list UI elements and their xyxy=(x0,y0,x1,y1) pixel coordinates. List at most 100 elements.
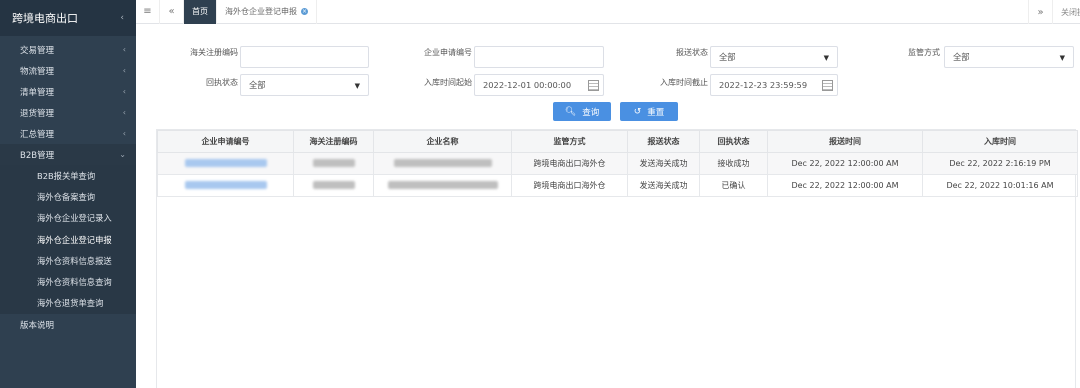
storage-start-value: 2022-12-01 00:00:00 xyxy=(483,80,572,90)
storage-end-input[interactable]: 2022-12-23 23:59:59 xyxy=(710,74,838,96)
enterprise-name-cell xyxy=(373,174,512,197)
hamburger-menu-icon[interactable]: ≡ xyxy=(136,0,160,24)
redacted-value xyxy=(393,158,492,167)
receipt-status-cell: 已确认 xyxy=(699,174,768,197)
chevron-left-icon: ‹ xyxy=(122,45,126,54)
receipt-status-label: 回执状态 xyxy=(206,78,238,87)
close-tab-icon[interactable]: × xyxy=(301,8,308,15)
sidebar-item-list[interactable]: 清单管理 ‹ xyxy=(0,81,136,102)
storage-end-value: 2022-12-23 23:59:59 xyxy=(719,80,808,90)
caret-down-icon: ▼ xyxy=(1059,54,1065,62)
redacted-value xyxy=(312,158,355,167)
receipt-status-select[interactable]: 全部 ▼ xyxy=(240,74,369,96)
reset-icon: ↺ xyxy=(633,106,642,117)
submenu-item-overseas-filing-query[interactable]: 海外仓备案查询 xyxy=(0,186,136,207)
submenu-item-overseas-reg-entry[interactable]: 海外仓企业登记录入 xyxy=(0,208,136,229)
supervision-cell: 跨境电商出口海外仓 xyxy=(511,152,628,175)
sidebar-item-return[interactable]: 退货管理 ‹ xyxy=(0,102,136,123)
caret-down-icon: ▼ xyxy=(354,82,360,90)
calendar-icon[interactable] xyxy=(822,80,833,91)
storage-end-label: 入库时间截止 xyxy=(660,78,708,87)
tab-bar: ≡ « 首页 海外仓企业登记申报 × » 关闭操作 xyxy=(136,0,1080,24)
column-header[interactable]: 企业申请编号 xyxy=(157,130,294,153)
chevron-left-icon: ‹ xyxy=(122,108,126,117)
submenu-item-overseas-return-query[interactable]: 海外仓退货单查询 xyxy=(0,293,136,314)
close-operations-button[interactable]: 关闭操作 xyxy=(1052,0,1080,24)
column-header[interactable]: 企业名称 xyxy=(373,130,512,153)
sidebar-item-summary[interactable]: 汇总管理 ‹ xyxy=(0,123,136,144)
storage-time-cell: Dec 22, 2022 2:16:19 PM xyxy=(922,152,1078,175)
send-status-cell: 发送海关成功 xyxy=(627,174,700,197)
brand-title: 跨境电商出口 xyxy=(12,12,78,25)
enterprise-name-cell xyxy=(373,152,512,175)
sidebar-item-label: 交易管理 xyxy=(20,45,55,56)
redacted-value xyxy=(184,158,267,167)
sidebar: 跨境电商出口 ‹ 交易管理 ‹ 物流管理 ‹ 清单管理 ‹ 退货管理 ‹ 汇总管理 ‹ B… xyxy=(0,0,136,388)
caret-down-icon: ▼ xyxy=(823,54,829,62)
tab-home[interactable]: 首页 xyxy=(184,0,217,24)
reset-button-label: 重置 xyxy=(647,107,665,118)
tab-overseas-reg-declare[interactable]: 海外仓企业登记申报 × xyxy=(217,0,317,24)
supervision-cell: 跨境电商出口海外仓 xyxy=(511,174,628,197)
customs-reg-code-input[interactable] xyxy=(240,46,369,68)
sidebar-item-label: 版本说明 xyxy=(20,320,55,331)
submenu-item-overseas-info-query[interactable]: 海外仓资料信息查询 xyxy=(0,271,136,292)
sidebar-item-trade[interactable]: 交易管理 ‹ xyxy=(0,39,136,60)
calendar-icon[interactable] xyxy=(588,80,599,91)
table-row[interactable]: 跨境电商出口海外仓 发送海关成功 已确认 Dec 22, 2022 12:00:… xyxy=(157,174,1078,197)
send-status-value: 全部 xyxy=(719,52,736,62)
column-header[interactable]: 监管方式 xyxy=(511,130,628,153)
collapse-chevron-icon[interactable]: ‹ xyxy=(120,13,124,23)
results-table: 企业申请编号 海关注册编码 企业名称 监管方式 报送状态 回执状态 报送时间 入… xyxy=(156,129,1078,388)
sidebar-item-label: B2B管理 xyxy=(20,150,55,161)
sidebar-item-logistics[interactable]: 物流管理 ‹ xyxy=(0,60,136,81)
submenu-item-overseas-reg-declare[interactable]: 海外仓企业登记申报 xyxy=(0,229,136,250)
sidebar-item-version[interactable]: 版本说明 xyxy=(0,314,136,335)
storage-start-input[interactable]: 2022-12-01 00:00:00 xyxy=(474,74,604,96)
chevron-down-icon: ⌄ xyxy=(119,150,126,159)
column-header[interactable]: 海关注册编码 xyxy=(293,130,374,153)
column-header[interactable]: 报送时间 xyxy=(767,130,923,153)
storage-time-cell: Dec 22, 2022 10:01:16 AM xyxy=(922,174,1078,197)
chevron-left-icon: ‹ xyxy=(122,66,126,75)
send-time-cell: Dec 22, 2022 12:00:00 AM xyxy=(767,174,923,197)
customs-reg-code-cell xyxy=(293,174,374,197)
enterprise-app-no-input[interactable] xyxy=(474,46,604,68)
submenu-item-b2b-customs-query[interactable]: B2B报关单查询 xyxy=(0,165,136,186)
sidebar-item-label: 清单管理 xyxy=(20,87,55,98)
tab-bar-right: » 关闭操作 xyxy=(1028,0,1080,24)
scroll-right-icon[interactable]: » xyxy=(1028,0,1052,24)
table-header-row: 企业申请编号 海关注册编码 企业名称 监管方式 报送状态 回执状态 报送时间 入… xyxy=(157,130,1078,153)
sidebar-item-label: 物流管理 xyxy=(20,66,55,77)
sidebar-item-b2b[interactable]: B2B管理 ⌄ xyxy=(0,144,136,165)
supervision-value: 全部 xyxy=(953,52,970,62)
sidebar-item-label: 退货管理 xyxy=(20,108,55,119)
column-header[interactable]: 入库时间 xyxy=(922,130,1078,153)
send-status-select[interactable]: 全部 ▼ xyxy=(710,46,838,68)
receipt-status-value: 全部 xyxy=(249,80,266,90)
redacted-value xyxy=(312,180,355,189)
redacted-value xyxy=(387,180,498,189)
search-icon: 🔍︎ xyxy=(564,106,577,117)
receipt-status-cell: 接收成功 xyxy=(699,152,768,175)
submenu-item-overseas-info-send[interactable]: 海外仓资料信息报送 xyxy=(0,250,136,271)
chevron-left-icon: ‹ xyxy=(122,87,126,96)
column-header[interactable]: 回执状态 xyxy=(699,130,768,153)
tab-label: 海外仓企业登记申报 xyxy=(225,7,297,16)
customs-reg-code-label: 海关注册编码 xyxy=(190,48,238,57)
sidebar-item-label: 汇总管理 xyxy=(20,129,55,140)
main-content: 海关注册编码 企业申请编号 报送状态 全部 ▼ 监管方式 全部 ▼ 回执状态 全部 ▼… xyxy=(136,24,1080,388)
supervision-label: 监管方式 xyxy=(908,48,940,57)
supervision-select[interactable]: 全部 ▼ xyxy=(944,46,1074,68)
enterprise-app-no-label: 企业申请编号 xyxy=(424,48,472,57)
chevron-left-icon: ‹ xyxy=(122,129,126,138)
storage-start-label: 入库时间起始 xyxy=(424,78,472,87)
column-header[interactable]: 报送状态 xyxy=(627,130,700,153)
reset-button[interactable]: ↺ 重置 xyxy=(620,102,678,121)
redacted-value xyxy=(184,180,267,189)
table-row[interactable]: 跨境电商出口海外仓 发送海关成功 接收成功 Dec 22, 2022 12:00… xyxy=(157,152,1078,175)
search-button[interactable]: 🔍︎ 查询 xyxy=(553,102,611,121)
search-button-label: 查询 xyxy=(582,107,600,118)
send-time-cell: Dec 22, 2022 12:00:00 AM xyxy=(767,152,923,175)
scroll-left-icon[interactable]: « xyxy=(160,0,184,24)
